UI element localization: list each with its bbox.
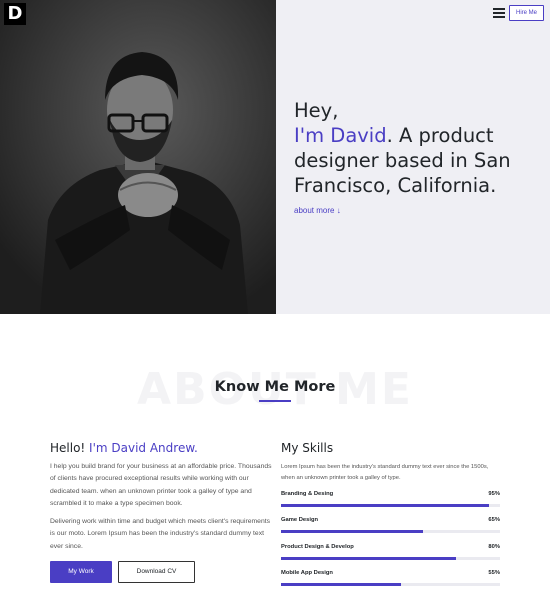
- skill-bar-fill: [281, 583, 402, 586]
- download-cv-button[interactable]: Download CV: [118, 561, 195, 583]
- skill-percent: 65%: [488, 517, 500, 523]
- hero-name: I'm David: [294, 124, 387, 147]
- skill-name: Game Design: [281, 517, 319, 523]
- skills-description: Lorem Ipsum has been the industry's stan…: [281, 464, 489, 481]
- skill-percent: 95%: [488, 491, 500, 497]
- skill-bar-fill: [281, 504, 490, 507]
- skills-title: My Skills: [281, 441, 334, 455]
- hero-line2: designer based in San: [294, 149, 511, 172]
- skill-bar-track: [281, 557, 500, 560]
- about-more-link[interactable]: about more ↓: [294, 206, 341, 215]
- about-paragraph-1: I help you build brand for your business…: [50, 463, 272, 507]
- hello-name: I'm David Andrew.: [89, 441, 198, 455]
- hello-prefix: Hello!: [50, 441, 90, 455]
- skill-percent: 55%: [488, 570, 500, 576]
- title-underline: [259, 400, 291, 402]
- hamburger-icon[interactable]: [493, 8, 505, 18]
- skill-percent: 80%: [488, 544, 500, 550]
- skill-bar-track: [281, 583, 500, 586]
- section-title: Know Me More: [214, 379, 336, 395]
- hello-heading: Hello! I'm David Andrew.: [50, 441, 198, 455]
- skill-bar-track: [281, 530, 500, 533]
- hero-line3: Francisco, California.: [294, 174, 497, 197]
- skill-bar-fill: [281, 557, 457, 560]
- hero-heading: Hey, I'm David. A product designer based…: [294, 98, 544, 198]
- about-paragraph-2: Delivering work within time and budget w…: [50, 518, 271, 550]
- skill-name: Mobile App Design: [281, 570, 333, 576]
- hero-line1-rest: . A product: [386, 124, 494, 147]
- hero-greeting: Hey,: [294, 99, 339, 122]
- brand-logo[interactable]: D: [4, 3, 26, 25]
- skill-name: Product Design & Develop: [281, 544, 354, 550]
- skill-bar-fill: [281, 530, 424, 533]
- hero-line1: I'm David. A product: [294, 123, 544, 148]
- portrait-photo: [0, 0, 276, 314]
- hire-me-button[interactable]: Hire Me: [509, 5, 544, 21]
- skill-bar-track: [281, 504, 500, 507]
- my-work-button[interactable]: My Work: [50, 561, 112, 583]
- skill-name: Branding & Desing: [281, 491, 334, 497]
